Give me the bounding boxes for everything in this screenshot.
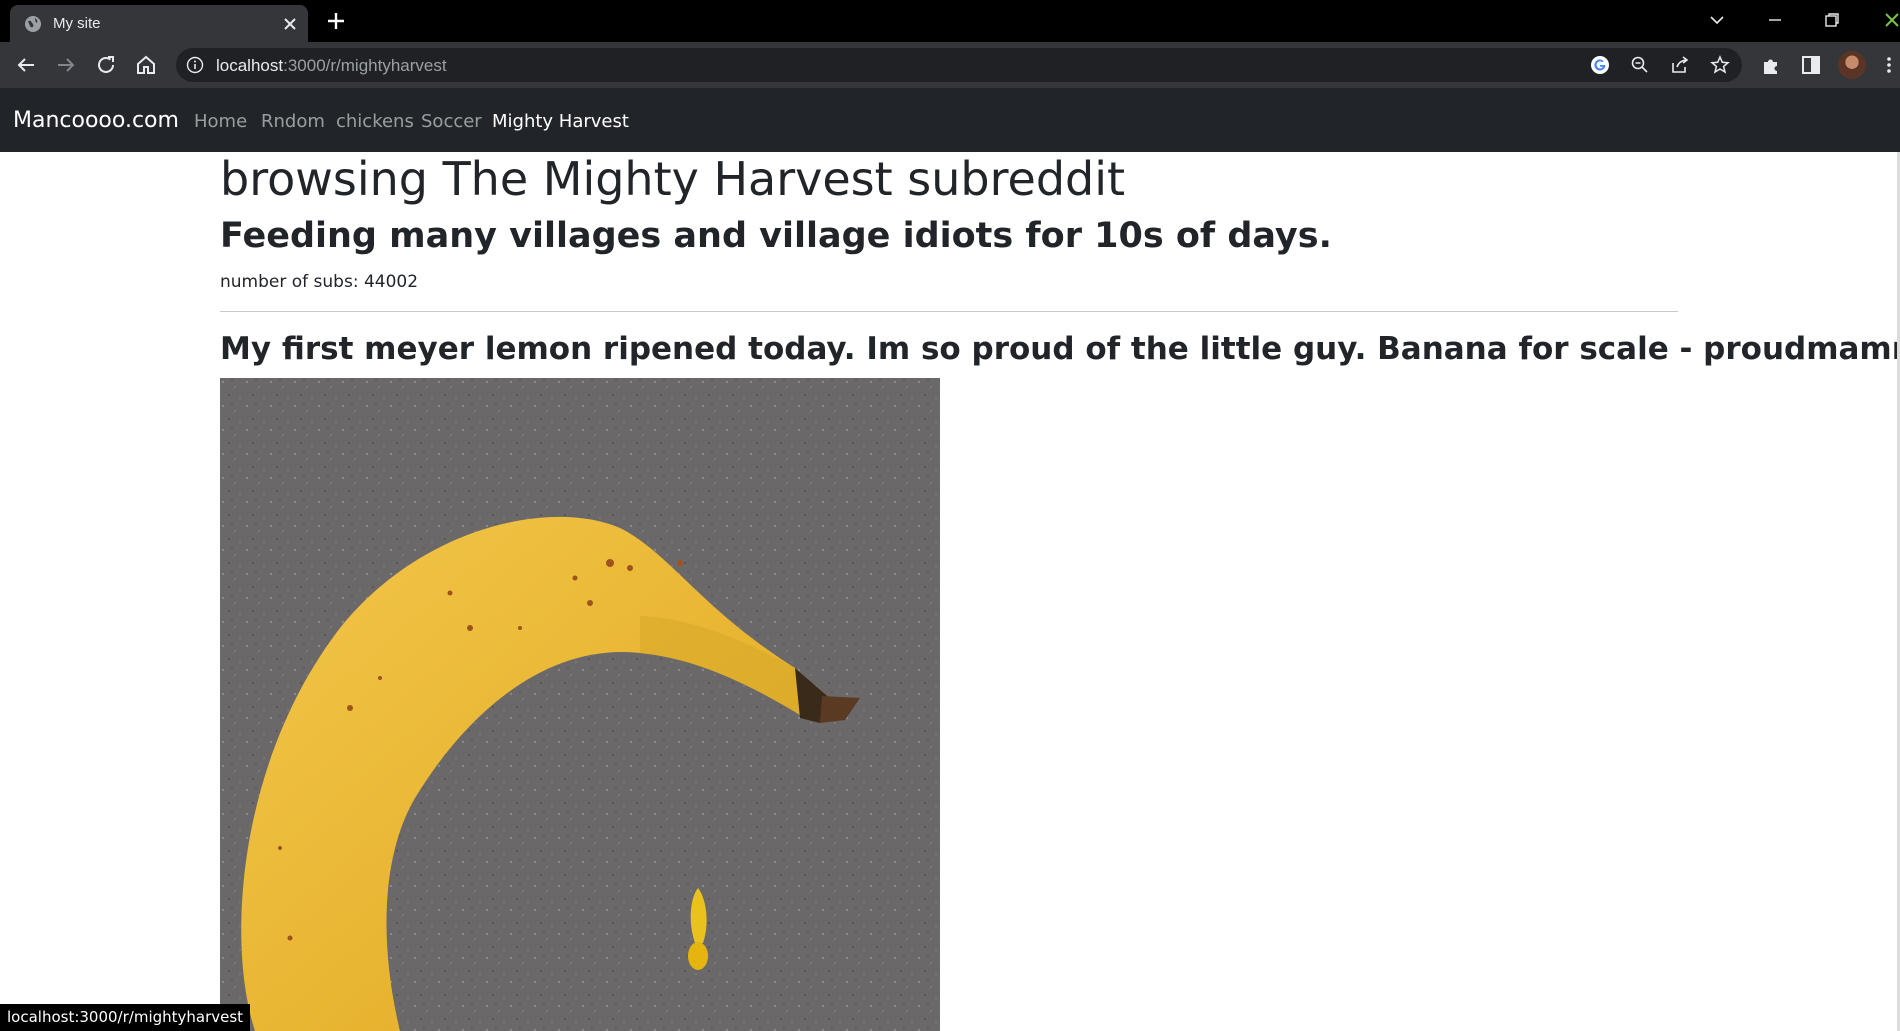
page-title: browsing The Mighty Harvest subreddit [220, 152, 1126, 206]
browser-titlebar: My site [0, 0, 1900, 42]
nav-link-soccer[interactable]: Soccer [421, 111, 482, 132]
nav-link-chickens[interactable]: chickens [336, 111, 414, 132]
google-icon[interactable] [1590, 55, 1610, 75]
close-icon[interactable] [280, 14, 300, 34]
zoom-out-icon[interactable] [1630, 55, 1650, 75]
puzzle-icon[interactable] [1760, 54, 1782, 76]
arrow-left-icon[interactable] [14, 53, 38, 77]
url-host: localhost [216, 56, 284, 75]
globe-icon [25, 16, 41, 32]
plus-icon[interactable] [325, 10, 347, 32]
kebab-menu-icon[interactable] [1878, 54, 1900, 76]
minimize-icon[interactable] [1763, 8, 1787, 32]
info-icon[interactable] [186, 56, 204, 74]
star-icon[interactable] [1710, 55, 1730, 75]
post-title-text: My first meyer lemon ripened today. Im s… [220, 331, 1704, 367]
arrow-right-icon[interactable] [54, 53, 78, 77]
browser-toolbar: localhost:3000/r/mightyharvest [0, 42, 1900, 88]
restore-icon[interactable] [1820, 8, 1844, 32]
post-title: My first meyer lemon ripened today. Im s… [220, 331, 1900, 367]
profile-avatar[interactable] [1838, 51, 1866, 79]
site-navbar: Mancoooo.com Home Rndom chickens Soccer … [0, 88, 1900, 152]
url-text[interactable]: localhost:3000/r/mightyharvest [216, 56, 447, 76]
nav-link-home[interactable]: Home [194, 111, 247, 132]
home-icon[interactable] [134, 53, 158, 77]
browser-tab[interactable]: My site [10, 5, 308, 42]
post-author: proudmamma [1703, 331, 1900, 367]
side-panel-icon[interactable] [1800, 54, 1822, 76]
site-brand[interactable]: Mancoooo.com [13, 108, 179, 133]
page-subtitle: Feeding many villages and village idiots… [220, 216, 1332, 256]
share-icon[interactable] [1670, 55, 1690, 75]
nav-link-rndom[interactable]: Rndom [261, 111, 325, 132]
close-window-icon[interactable] [1880, 8, 1900, 32]
divider [220, 311, 1678, 312]
reload-icon[interactable] [94, 53, 118, 77]
chevron-down-icon[interactable] [1705, 8, 1729, 32]
tab-title: My site [53, 15, 101, 32]
subscriber-count: number of subs: 44002 [220, 272, 419, 292]
nav-link-mighty-harvest[interactable]: Mighty Harvest [492, 111, 629, 132]
url-path: :3000/r/mightyharvest [283, 56, 447, 75]
post-image [220, 378, 940, 1031]
status-bar-url: localhost:3000/r/mightyharvest [0, 1004, 251, 1031]
address-bar[interactable]: localhost:3000/r/mightyharvest [176, 48, 1742, 82]
